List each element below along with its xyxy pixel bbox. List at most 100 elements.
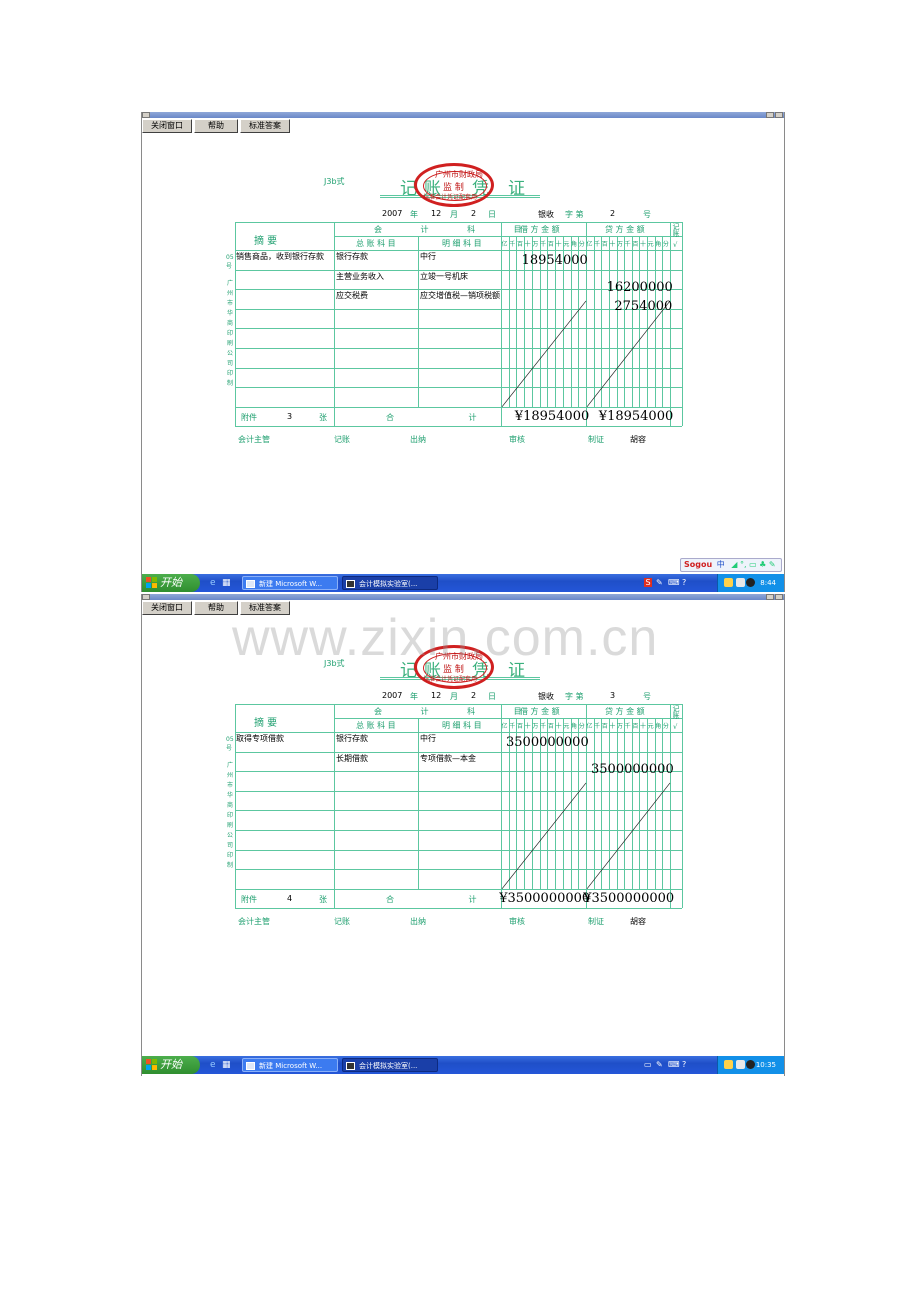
help-small-icon[interactable]: ?: [682, 1060, 690, 1069]
grid-line: [654, 236, 656, 407]
minimize-icon[interactable]: [766, 112, 774, 118]
grid-line: [631, 718, 633, 889]
taskbar: 开始 e ▦ 新建 Microsoft W... 会计模拟实验室(... S ✎…: [142, 574, 784, 592]
pen-icon[interactable]: ✎: [656, 1060, 664, 1069]
window-titlebar: [142, 594, 784, 600]
close-window-button[interactable]: 关闭窗口: [142, 119, 192, 133]
digit-label: 千: [624, 241, 631, 248]
voucher-form: J3b式记账凭证广州市财政局监 制标准会计凭证配套用 2007 年 12 月 2 日银收字 …: [142, 162, 784, 582]
tray-volume-icon[interactable]: [736, 1060, 745, 1069]
digit-label: 角: [571, 723, 578, 730]
header-check: √: [673, 241, 678, 249]
reviewer-label: 审核: [509, 434, 525, 444]
row-debit-amount: 18954000: [521, 253, 588, 268]
task-word-document[interactable]: 新建 Microsoft W...: [242, 576, 338, 590]
keyboard-icon[interactable]: ⌨: [668, 1060, 680, 1069]
screenshot-1: 关闭窗口 帮助 标准答案 J3b式记账凭证广州市财政局监 制标准会计凭证配套用 2…: [141, 112, 785, 592]
header-debit: 借 方 金 额: [520, 707, 560, 716]
bookkeeper-label: 记账: [334, 916, 350, 926]
row-sub-account: 专项借款—本金: [420, 753, 476, 763]
sogou-s-icon[interactable]: S: [644, 578, 652, 587]
digit-label: 十: [609, 241, 616, 248]
attachments-unit: 张: [319, 894, 327, 904]
header-summary: 摘 要: [254, 236, 278, 247]
grid-line: [235, 348, 682, 349]
side-printer-char: 商: [227, 802, 234, 809]
voucher-zi: 银收: [538, 210, 554, 219]
header-credit: 贷 方 金 额: [605, 707, 645, 716]
day-unit: 日: [488, 210, 496, 219]
grid-line: [235, 387, 682, 389]
digit-label: 十: [555, 723, 562, 730]
grid-line: [662, 236, 664, 407]
digit-label: 百: [516, 723, 523, 730]
month-unit: 月: [450, 692, 458, 701]
task-word-document[interactable]: 新建 Microsoft W...: [242, 1058, 338, 1072]
side-printer-char: 华: [227, 310, 234, 317]
row-general-account: 银行存款: [336, 734, 368, 743]
word-icon: [246, 580, 255, 588]
tray-app-icon[interactable]: [724, 1060, 733, 1069]
minimize-icon[interactable]: [766, 594, 774, 600]
digit-label: 百: [516, 241, 523, 248]
row-sub-account: 立竣一号机床: [420, 271, 468, 281]
pen-icon[interactable]: ✎: [656, 578, 664, 587]
row-summary: 销售商品，收到银行存款: [236, 252, 324, 261]
digit-label: 百: [632, 723, 639, 730]
explorer-icon[interactable]: ▦: [222, 578, 231, 588]
digit-label: 千: [594, 723, 601, 730]
ime-toolbar[interactable]: Sogou 中 ◢ °, ▭ ♣ ✎: [680, 558, 782, 572]
side-printer-char: 印: [227, 370, 234, 377]
tray-qq-icon[interactable]: [746, 578, 755, 587]
system-tray: 8:44: [717, 574, 784, 592]
keyboard-layout-icon[interactable]: ▭: [644, 1060, 652, 1069]
ie-icon[interactable]: e: [210, 578, 218, 588]
grid-line: [418, 236, 419, 407]
digit-label: 千: [540, 241, 547, 248]
tray-volume-icon[interactable]: [736, 578, 745, 587]
explorer-icon[interactable]: ▦: [222, 1060, 231, 1070]
header-credit: 贷 方 金 额: [605, 225, 645, 234]
digit-label: 角: [571, 241, 578, 248]
digit-label: 元: [647, 723, 654, 730]
digit-label: 万: [532, 723, 539, 730]
tray-app-icon[interactable]: [724, 578, 733, 587]
ime-tools-icon[interactable]: ◢ °, ▭ ♣ ✎: [731, 560, 775, 569]
digit-label: 千: [594, 241, 601, 248]
task-accounting-lab[interactable]: 会计模拟实验室(...: [342, 576, 438, 590]
window-titlebar: [142, 112, 784, 118]
attachments-count: 4: [287, 893, 293, 903]
row-general-account: 应交税费: [336, 291, 368, 301]
attachments-unit: 张: [319, 412, 327, 422]
system-menu-icon[interactable]: [142, 112, 150, 118]
standard-answer-button[interactable]: 标准答案: [240, 119, 290, 133]
voucher-year: 2007: [382, 209, 403, 218]
app-icon: [346, 580, 355, 588]
total-debit-amount: ¥3500000000: [499, 890, 591, 906]
start-button[interactable]: 开始: [142, 1056, 200, 1074]
grid-line: [647, 718, 649, 889]
side-printer-char: 司: [227, 360, 234, 367]
tray-qq-icon[interactable]: [746, 1060, 755, 1069]
grid-line: [631, 236, 633, 407]
digit-label: 百: [632, 241, 639, 248]
help-button[interactable]: 帮助: [194, 119, 238, 133]
total-label: 合 计: [386, 894, 513, 904]
ime-mode[interactable]: 中: [717, 560, 725, 569]
menubar: 关闭窗口 帮助 标准答案: [142, 119, 784, 134]
grid-line: [235, 406, 682, 408]
total-credit-amount: ¥3500000000: [583, 890, 675, 906]
close-icon[interactable]: [775, 594, 783, 600]
task-word-label: 新建 Microsoft W...: [259, 1062, 323, 1070]
task-accounting-lab[interactable]: 会计模拟实验室(...: [342, 1058, 438, 1072]
keyboard-icon[interactable]: ⌨: [668, 578, 680, 587]
help-small-icon[interactable]: ?: [682, 578, 690, 587]
digit-label: 十: [555, 241, 562, 248]
grid-line: [608, 718, 610, 889]
ie-icon[interactable]: e: [210, 1060, 218, 1070]
close-window-button[interactable]: 关闭窗口: [142, 601, 192, 615]
start-button[interactable]: 开始: [142, 574, 200, 592]
system-menu-icon[interactable]: [142, 594, 150, 600]
grid-line: [418, 718, 419, 889]
close-icon[interactable]: [775, 112, 783, 118]
